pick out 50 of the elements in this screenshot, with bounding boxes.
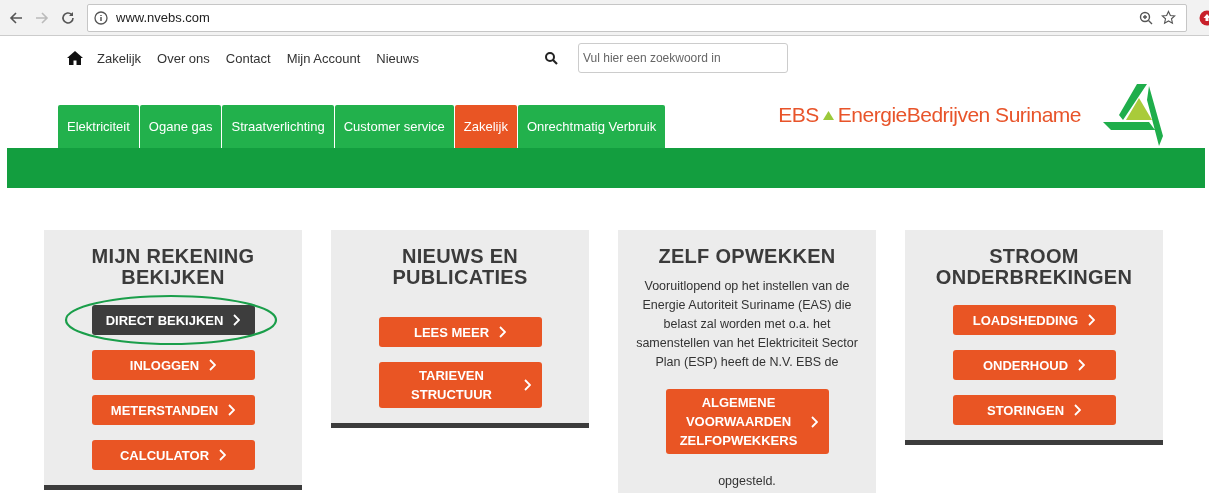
nav-link[interactable]: Zakelijk [97,50,142,66]
card-text: Vooruitlopend op het instellen van de Energie Autoriteit Suriname (EAS) die belast zal worden met o.a. het samenstellen van het Elektriciteit Sector Plan (ESP) heeft de N.V. EBS de [635,278,859,371]
card-button[interactable]: METERSTANDEN [91,395,255,425]
chevron-icon [1074,404,1082,416]
chevron-icon [499,326,507,338]
logo-abbreviation: EBS [778,103,819,127]
search-field[interactable]: Vul hier een zoekwoord in [577,43,788,73]
card-title: MIJN REKENING BEKIJKEN [90,246,256,288]
chevron-icon [219,449,227,461]
chevron-icon [228,404,236,416]
reload-icon[interactable] [61,10,75,25]
card-title: ZELF OPWEKKEN [658,246,836,267]
card-text: opgesteld. [718,474,776,488]
chevron-icon [209,359,217,371]
chevron-icon [1088,314,1096,326]
card-button[interactable]: TARIEVEN STRUCTUUR [378,362,542,408]
search-icon [544,51,558,65]
nav-tab[interactable]: Ogane gas [139,105,222,148]
chevron-icon [233,314,241,326]
card-button[interactable]: STORINGEN [952,395,1116,425]
logo-name: EnergieBedrijven Suriname [837,103,1081,127]
star-icon[interactable] [1161,10,1176,25]
nav-tab[interactable]: Customer service [334,105,454,148]
card-button[interactable]: ALGEMENE VOORWAARDEN ZELFOPWEKKERS [665,389,829,454]
triangle-icon [822,110,834,120]
card-button[interactable]: INLOGGEN [91,350,255,380]
chevron-icon [811,415,818,428]
chevron-icon [1078,359,1086,371]
card-button[interactable]: LOADSHEDDING [952,305,1116,335]
url-text: www.nvebs.com [116,10,210,25]
nav-tab[interactable]: Straatverlichting [222,105,334,148]
nav-link[interactable]: Nieuws [376,50,419,66]
nav-link[interactable]: Contact [225,50,271,66]
card-button[interactable]: LEES MEER [378,317,542,347]
nav-tab[interactable]: Zakelijk [454,105,517,148]
card-button[interactable]: CALCULATOR [91,440,255,470]
nav-tab[interactable]: Onrechtmatig Verbruik [517,105,666,148]
zoom-icon[interactable] [1139,10,1153,25]
chevron-icon [524,379,531,391]
address-bar[interactable]: www.nvebs.com [87,3,1187,32]
info-icon [94,10,108,25]
nav-link[interactable]: Over ons [157,50,210,66]
card-button[interactable]: ONDERHOUD [952,350,1116,380]
nav-tab[interactable]: Elektriciteit [58,105,139,148]
nav-link[interactable]: Mijn Account [286,50,361,66]
card-title: STROOM ONDERBREKINGEN [935,246,1133,288]
home-icon[interactable] [67,51,83,65]
card-title: NIEUWS EN PUBLICATIES [391,246,529,288]
card-button[interactable]: DIRECT BEKIJKEN [91,305,255,335]
back-icon[interactable] [9,10,23,25]
